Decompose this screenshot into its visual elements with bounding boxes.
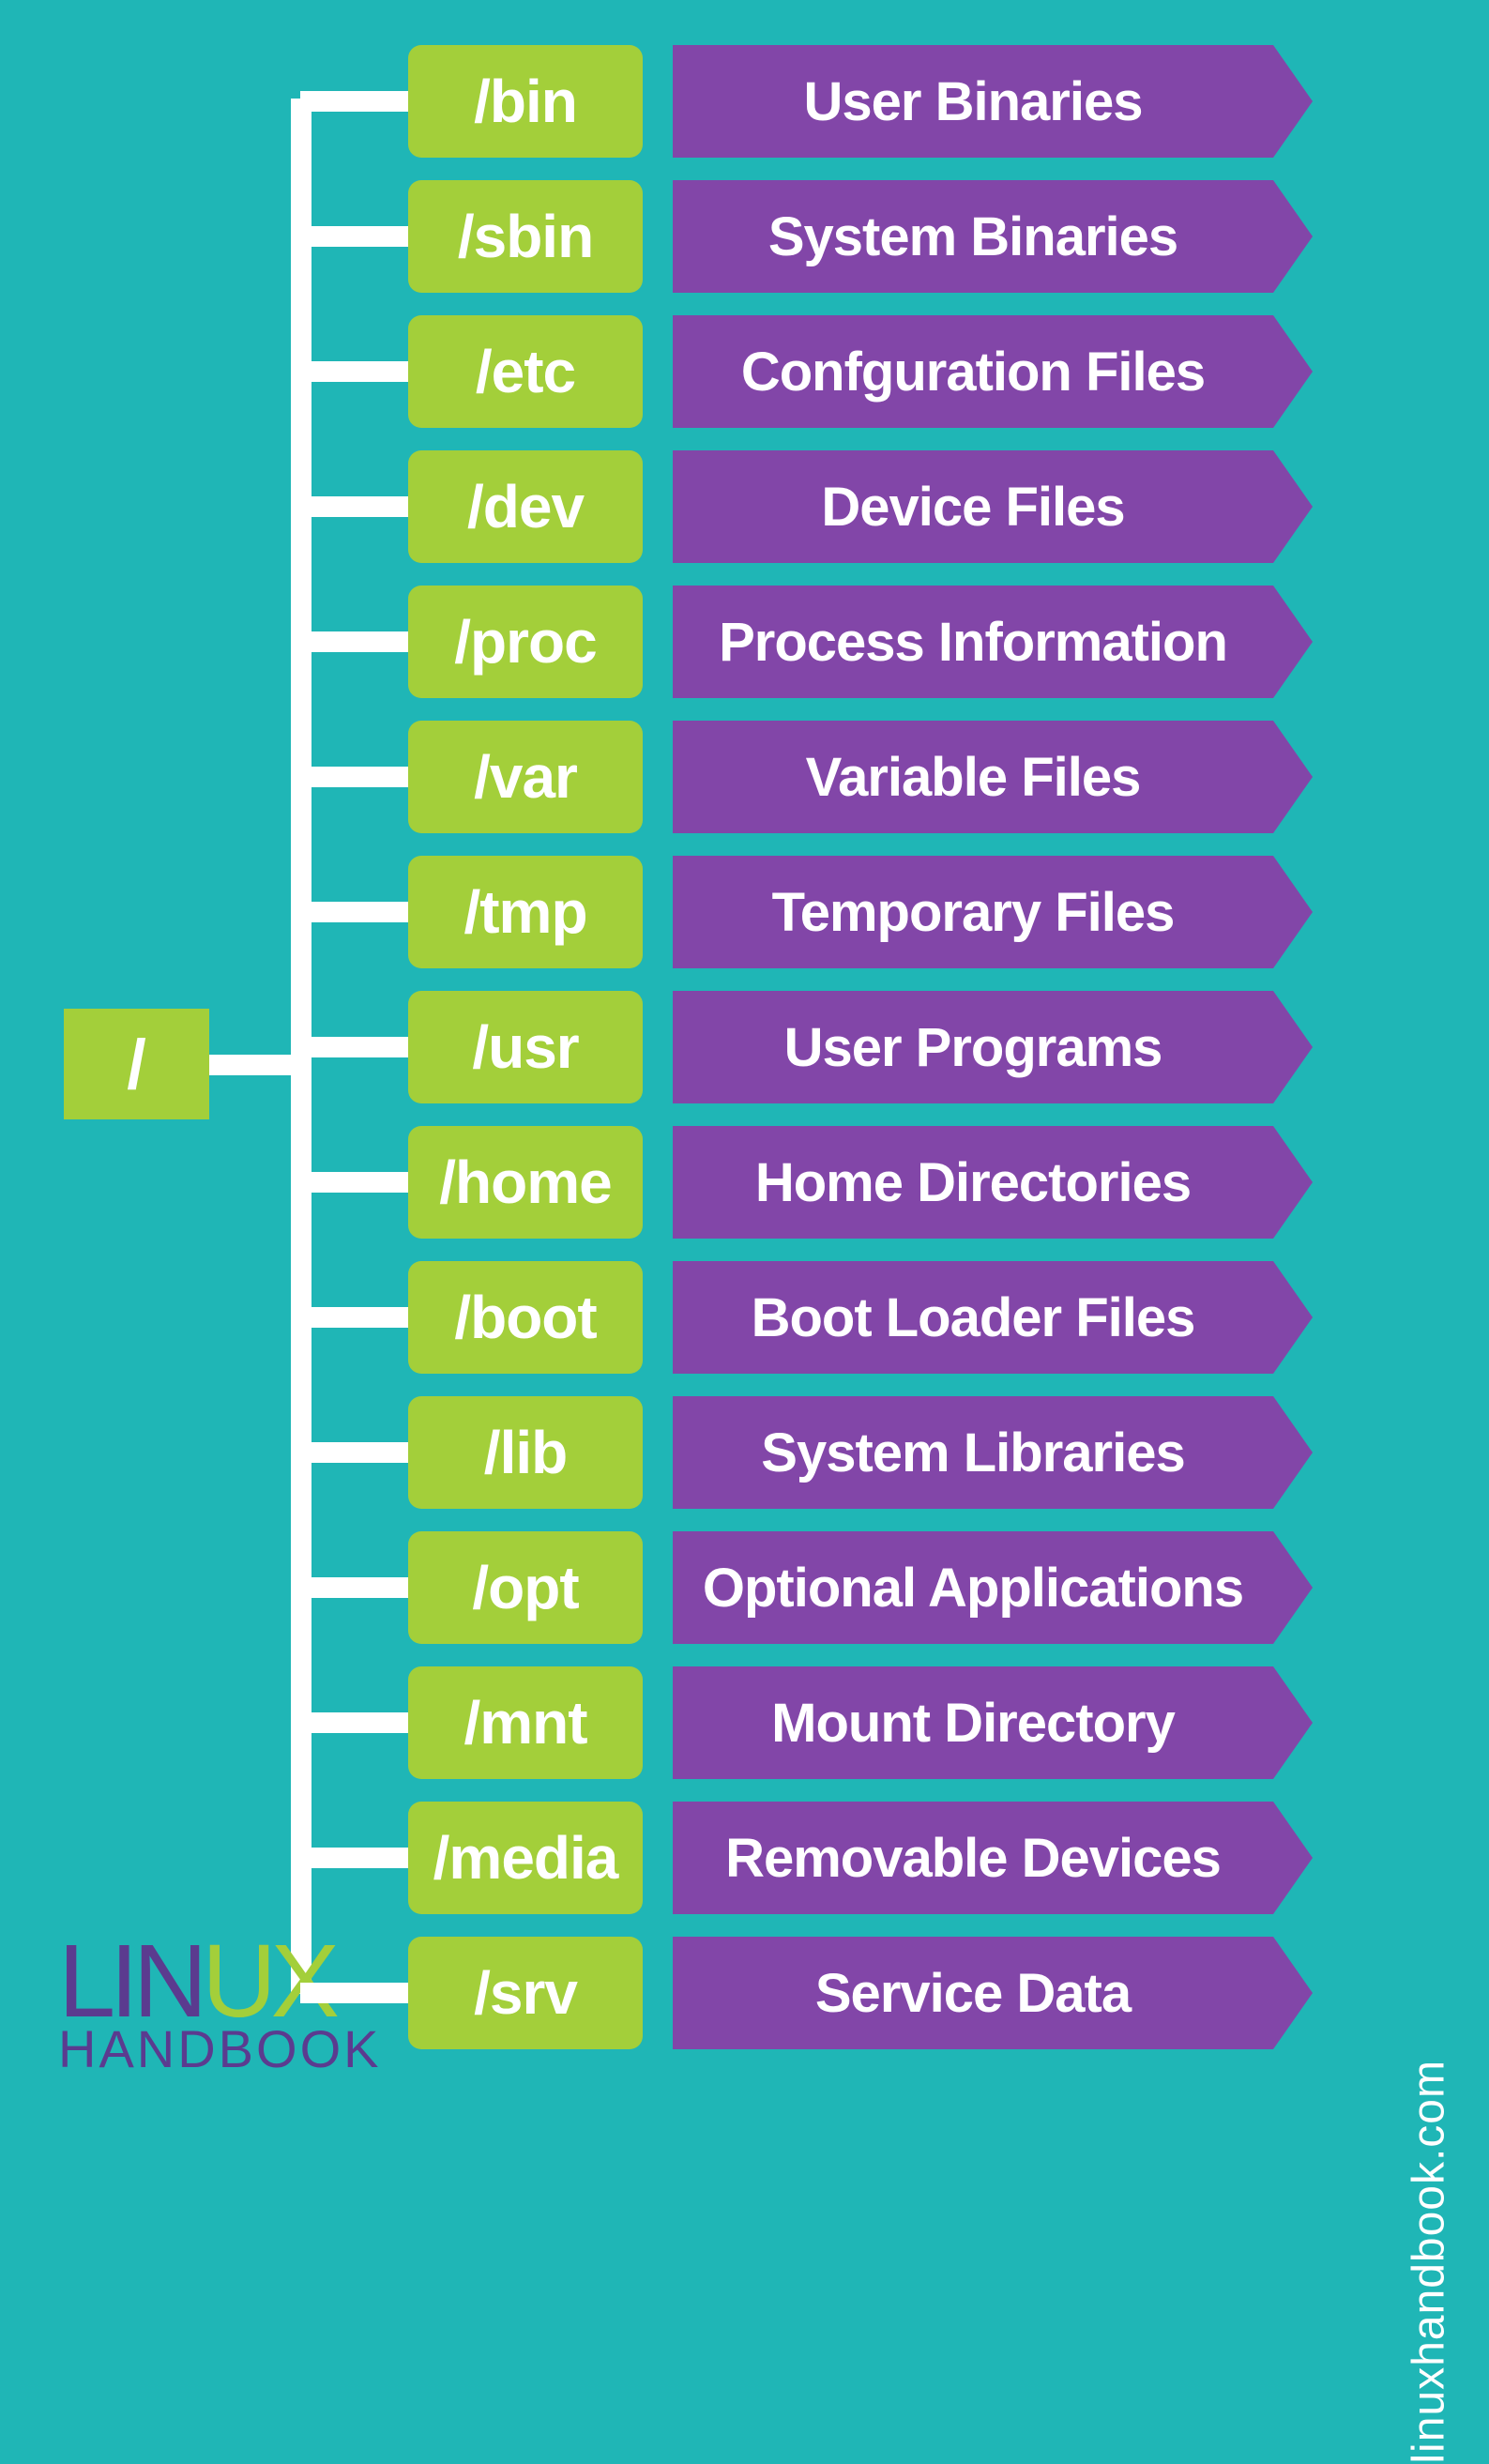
directory-name-box: /lib <box>408 1396 643 1509</box>
directory-name-box: /boot <box>408 1261 643 1374</box>
tree-branch <box>300 902 408 922</box>
directory-description-box: Variable Files <box>673 721 1273 833</box>
directory-name-box: /proc <box>408 586 643 698</box>
directory-name-box: /srv <box>408 1937 643 2049</box>
source-url: linuxhandbook.com <box>1404 2060 1455 2464</box>
directory-description-box: System Libraries <box>673 1396 1273 1509</box>
tree-branch <box>300 496 408 517</box>
tree-branch <box>300 1577 408 1598</box>
tree-branch <box>300 1848 408 1868</box>
directory-rows: /bin User Binaries/sbin System Binaries/et… <box>408 45 1273 2072</box>
directory-row: /home Home Directories <box>408 1126 1273 1239</box>
directory-row: /proc Process Information <box>408 586 1273 698</box>
directory-name-box: /sbin <box>408 180 643 293</box>
tree-branch <box>300 1983 408 2003</box>
directory-description-box: Boot Loader Files <box>673 1261 1273 1374</box>
directory-row: /media Removable Devices <box>408 1802 1273 1914</box>
logo-line-1: LINUX <box>58 1939 382 2024</box>
directory-description-box: System Binaries <box>673 180 1273 293</box>
logo-line-2: HANDBOOK <box>58 2028 382 2071</box>
directory-row: /boot Boot Loader Files <box>408 1261 1273 1374</box>
tree-branch <box>300 1442 408 1463</box>
directory-description-box: Service Data <box>673 1937 1273 2049</box>
tree-branch <box>300 1172 408 1193</box>
directory-description-box: User Binaries <box>673 45 1273 158</box>
directory-name-box: /mnt <box>408 1666 643 1779</box>
tree-root-branch <box>209 1055 303 1075</box>
tree-branch <box>300 1712 408 1733</box>
tree-branch <box>300 1037 408 1057</box>
directory-description-box: Confguration Files <box>673 315 1273 428</box>
directory-description-box: Home Directories <box>673 1126 1273 1239</box>
directory-row: /usr User Programs <box>408 991 1273 1103</box>
logo: LINUX HANDBOOK <box>58 1939 382 2071</box>
directory-row: /srv Service Data <box>408 1937 1273 2049</box>
directory-description-box: Removable Devices <box>673 1802 1273 1914</box>
directory-row: /bin User Binaries <box>408 45 1273 158</box>
tree-branch <box>300 767 408 787</box>
directory-row: /opt Optional Applications <box>408 1531 1273 1644</box>
directory-name-box: /usr <box>408 991 643 1103</box>
tree-branch <box>300 631 408 652</box>
directory-row: /mnt Mount Directory <box>408 1666 1273 1779</box>
directory-row: /dev Device Files <box>408 450 1273 563</box>
directory-row: /var Variable Files <box>408 721 1273 833</box>
tree-branch <box>300 91 408 112</box>
tree-branch <box>300 1307 408 1328</box>
directory-description-box: Device Files <box>673 450 1273 563</box>
directory-description-box: User Programs <box>673 991 1273 1103</box>
directory-row: /tmp Temporary Files <box>408 856 1273 968</box>
directory-name-box: /media <box>408 1802 643 1914</box>
directory-name-box: /opt <box>408 1531 643 1644</box>
directory-name-box: /tmp <box>408 856 643 968</box>
directory-description-box: Optional Applications <box>673 1531 1273 1644</box>
directory-name-box: /home <box>408 1126 643 1239</box>
directory-description-box: Mount Directory <box>673 1666 1273 1779</box>
directory-name-box: /etc <box>408 315 643 428</box>
directory-row: /sbin System Binaries <box>408 180 1273 293</box>
directory-name-box: /dev <box>408 450 643 563</box>
directory-row: /lib System Libraries <box>408 1396 1273 1509</box>
directory-description-box: Process Information <box>673 586 1273 698</box>
root-directory-box: / <box>64 1009 209 1119</box>
directory-name-box: /bin <box>408 45 643 158</box>
directory-name-box: /var <box>408 721 643 833</box>
tree-branch <box>300 361 408 382</box>
tree-branch <box>300 226 408 247</box>
directory-description-box: Temporary Files <box>673 856 1273 968</box>
directory-row: /etc Confguration Files <box>408 315 1273 428</box>
